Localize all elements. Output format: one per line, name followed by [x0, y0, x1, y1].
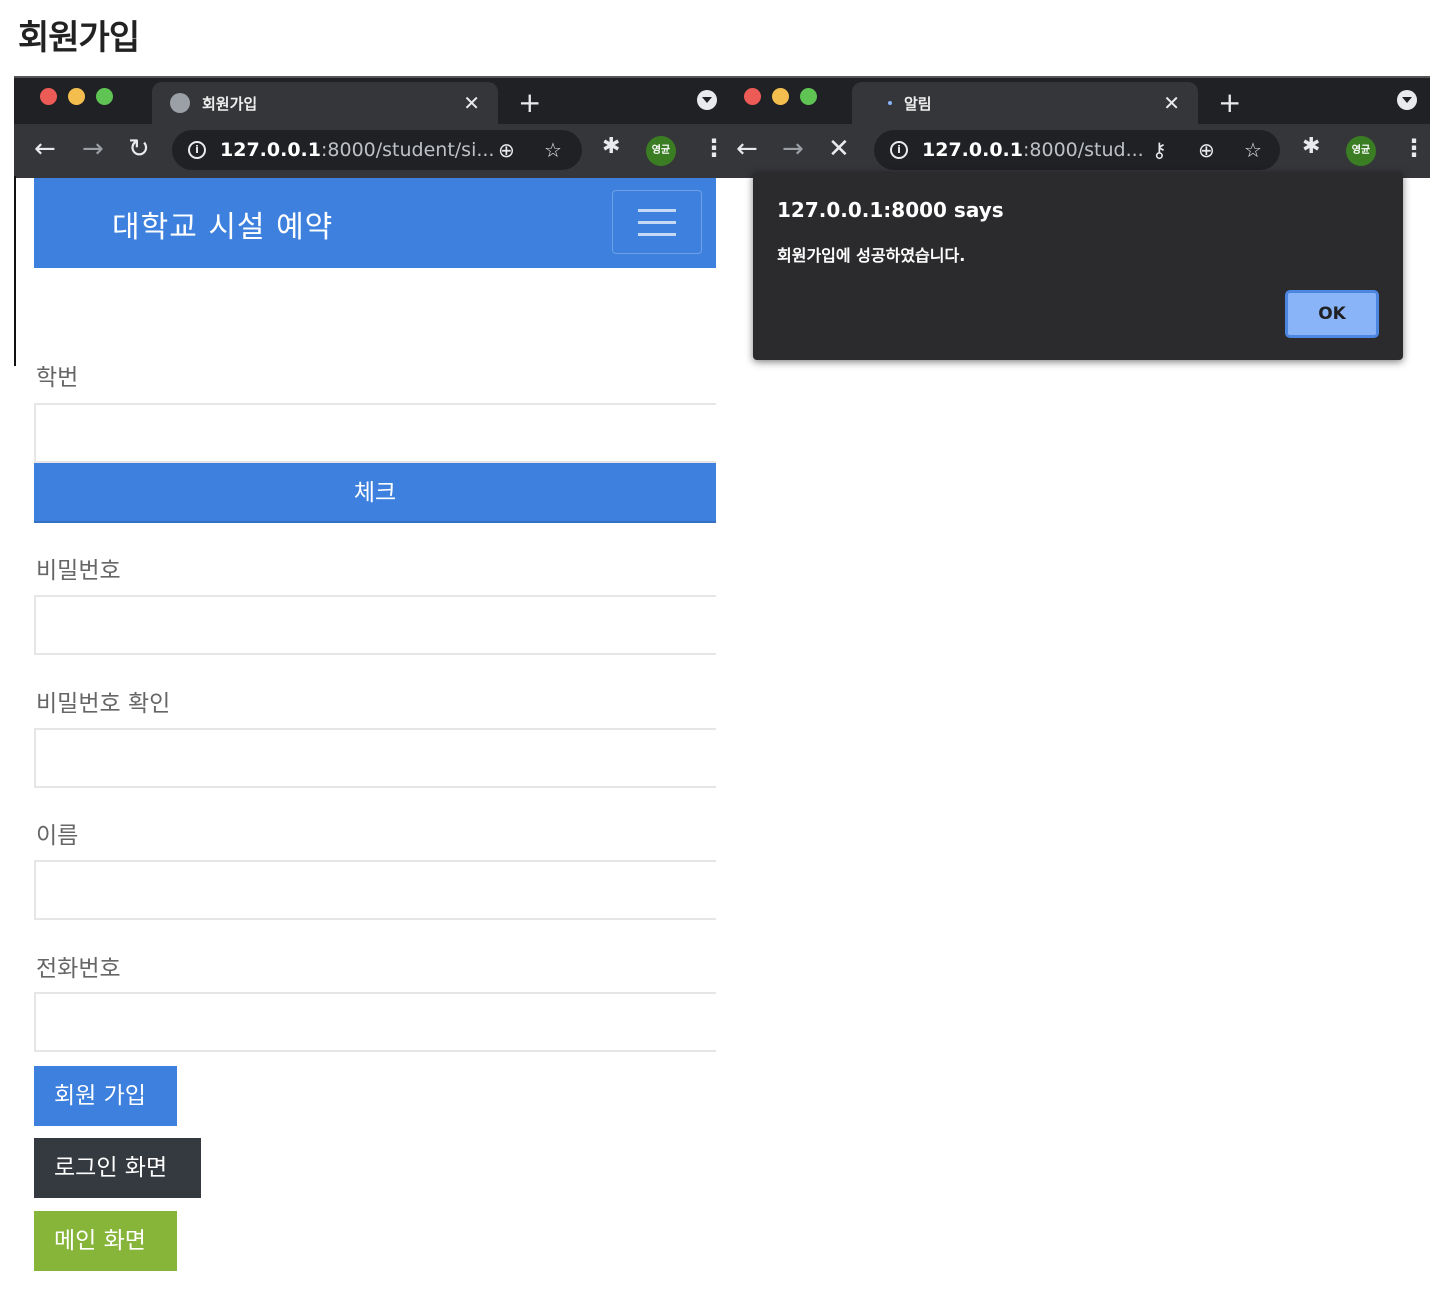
url-host: 127.0.0.1 — [922, 139, 1023, 161]
tab-signup[interactable]: 회원가입 ✕ — [152, 82, 498, 124]
reload-icon[interactable]: ↻ — [128, 134, 150, 164]
zoom-icon[interactable]: ⊕ — [498, 138, 515, 162]
student-id-input[interactable] — [34, 403, 716, 463]
window-controls — [40, 88, 113, 105]
toolbar: ← → ↻ i 127.0.0.1:8000/student/si... ⊕ ☆… — [14, 124, 726, 178]
tab-strip: 회원가입 ✕ + — [14, 78, 718, 124]
ok-button[interactable]: OK — [1285, 290, 1379, 338]
url-host: 127.0.0.1 — [220, 139, 321, 161]
site-navbar: 대학교 시설 예약 — [34, 178, 716, 268]
name-label: 이름 — [36, 823, 79, 849]
maximize-window-button[interactable] — [96, 88, 113, 105]
info-icon[interactable]: i — [890, 141, 908, 159]
globe-icon — [170, 93, 190, 113]
close-window-button[interactable] — [744, 88, 761, 105]
tab-strip: 알림 ✕ + — [718, 78, 1430, 124]
menu-kebab-icon[interactable]: ⋮ — [1402, 134, 1426, 162]
url-path: :8000/stud... — [1022, 139, 1144, 161]
new-tab-button[interactable]: + — [1218, 86, 1241, 119]
name-input[interactable] — [34, 860, 716, 920]
close-tab-icon[interactable]: ✕ — [463, 91, 480, 115]
loading-dot-icon — [888, 101, 892, 105]
alert-dialog: 127.0.0.1:8000 says 회원가입에 성공하였습니다. OK — [753, 172, 1403, 360]
key-icon[interactable]: ⚷ — [1152, 138, 1167, 162]
new-tab-button[interactable]: + — [518, 86, 541, 119]
window-edge — [14, 176, 16, 366]
check-button[interactable]: 체크 — [34, 463, 716, 523]
bookmark-star-icon[interactable]: ☆ — [1244, 138, 1262, 162]
info-icon[interactable]: i — [188, 141, 206, 159]
window-controls — [744, 88, 817, 105]
minimize-window-button[interactable] — [68, 88, 85, 105]
stop-loading-icon[interactable]: ✕ — [828, 134, 850, 164]
phone-label: 전화번호 — [36, 956, 121, 982]
student-id-label: 학번 — [36, 365, 79, 391]
forward-arrow-icon[interactable]: → — [82, 134, 104, 164]
tab-search-icon[interactable] — [697, 90, 717, 110]
minimize-window-button[interactable] — [772, 88, 789, 105]
tab-alert[interactable]: 알림 ✕ — [852, 82, 1198, 124]
url-path: :8000/student/si... — [320, 139, 495, 161]
back-arrow-icon[interactable]: ← — [736, 134, 758, 164]
zoom-icon[interactable]: ⊕ — [1198, 138, 1215, 162]
forward-arrow-icon[interactable]: → — [782, 134, 804, 164]
password-label: 비밀번호 — [36, 558, 121, 584]
tab-search-icon[interactable] — [1397, 90, 1417, 110]
left-browser-chrome: 회원가입 ✕ + ← → ↻ i 127.0.0.1:8000/student/… — [14, 76, 726, 178]
password-confirm-label: 비밀번호 확인 — [36, 691, 171, 717]
tab-title: 회원가입 — [202, 94, 258, 113]
back-arrow-icon[interactable]: ← — [34, 134, 56, 164]
page-heading: 회원가입 — [18, 18, 140, 58]
tab-title: 알림 — [904, 94, 932, 113]
close-tab-icon[interactable]: ✕ — [1163, 91, 1180, 115]
hamburger-menu-icon[interactable] — [612, 190, 702, 254]
close-window-button[interactable] — [40, 88, 57, 105]
phone-input[interactable] — [34, 992, 716, 1052]
alert-message: 회원가입에 성공하였습니다. — [777, 246, 966, 265]
alert-title: 127.0.0.1:8000 says — [777, 198, 1004, 222]
signup-button[interactable]: 회원 가입 — [34, 1066, 177, 1126]
extensions-icon[interactable]: ✱ — [602, 134, 620, 159]
maximize-window-button[interactable] — [800, 88, 817, 105]
toolbar: ← → ✕ i 127.0.0.1:8000/stud... ⚷ ⊕ ☆ ✱ 영… — [718, 124, 1430, 178]
profile-avatar[interactable]: 영균 — [646, 136, 676, 166]
main-screen-button[interactable]: 메인 화면 — [34, 1211, 177, 1271]
password-input[interactable] — [34, 595, 716, 655]
password-confirm-input[interactable] — [34, 728, 716, 788]
right-browser-chrome: 알림 ✕ + ← → ✕ i 127.0.0.1:8000/stud... ⚷ … — [718, 76, 1430, 178]
login-screen-button[interactable]: 로그인 화면 — [34, 1138, 201, 1198]
extensions-icon[interactable]: ✱ — [1302, 134, 1320, 159]
profile-avatar[interactable]: 영균 — [1346, 136, 1376, 166]
site-brand[interactable]: 대학교 시설 예약 — [112, 202, 333, 246]
address-bar[interactable]: i 127.0.0.1:8000/stud... ⚷ ⊕ ☆ — [874, 130, 1280, 170]
address-bar[interactable]: i 127.0.0.1:8000/student/si... ⊕ ☆ — [172, 130, 582, 170]
bookmark-star-icon[interactable]: ☆ — [544, 138, 562, 162]
